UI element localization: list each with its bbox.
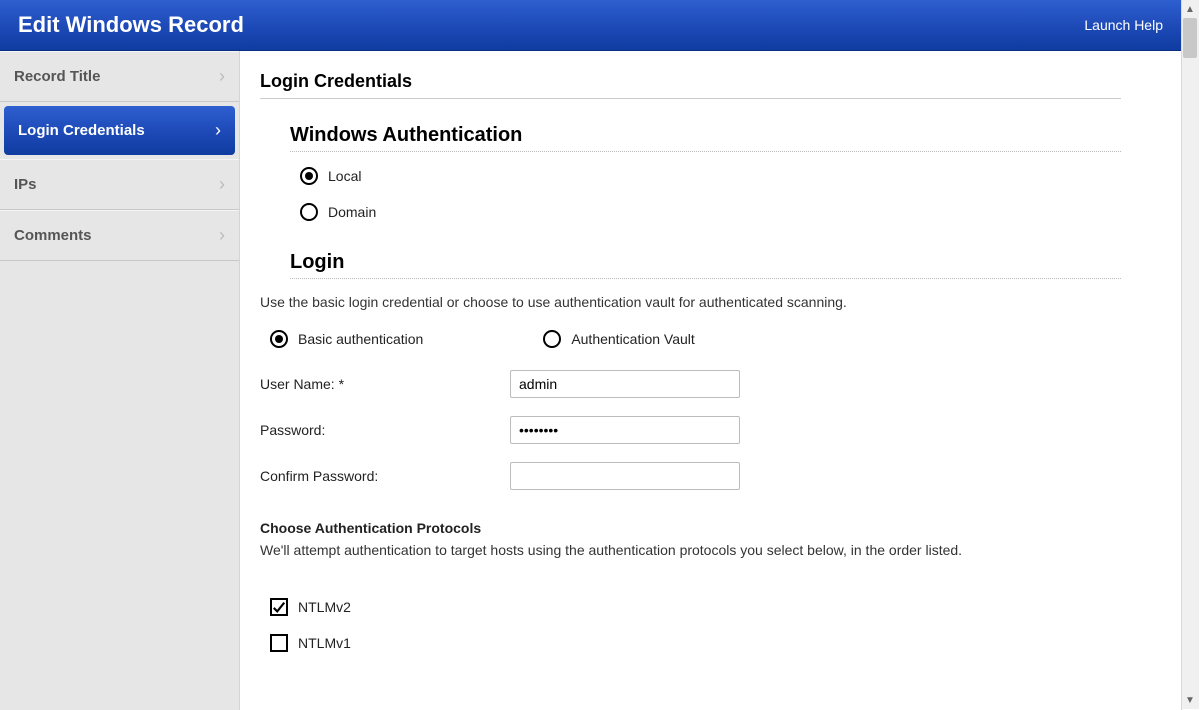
sidebar-item-comments[interactable]: Comments › (0, 210, 239, 261)
password-input[interactable] (510, 416, 740, 444)
checkbox-icon (270, 634, 288, 652)
radio-local[interactable]: Local (300, 167, 1121, 185)
confirm-password-label: Confirm Password: (260, 468, 510, 484)
checkbox-icon (270, 598, 288, 616)
launch-help-link[interactable]: Launch Help (1084, 17, 1163, 33)
radio-icon (300, 167, 318, 185)
sidebar-item-login-credentials[interactable]: Login Credentials › (4, 106, 235, 155)
section-title: Login Credentials (260, 71, 1121, 99)
scroll-up-icon[interactable]: ▲ (1183, 2, 1197, 16)
windows-auth-heading: Windows Authentication (290, 124, 1121, 152)
username-label: User Name: * (260, 376, 510, 392)
radio-domain[interactable]: Domain (300, 203, 1121, 221)
page-title: Edit Windows Record (18, 12, 244, 38)
checkbox-ntlmv2[interactable]: NTLMv2 (270, 598, 1121, 616)
radio-label: Authentication Vault (571, 331, 695, 347)
radio-label: Basic authentication (298, 331, 423, 347)
protocols-description: We'll attempt authentication to target h… (260, 542, 1121, 558)
login-heading: Login (290, 251, 1121, 279)
radio-basic-auth[interactable]: Basic authentication (270, 330, 423, 348)
radio-label: Local (328, 168, 361, 184)
sidebar-item-label: Record Title (14, 68, 100, 85)
radio-icon (300, 203, 318, 221)
sidebar: Record Title › Login Credentials › IPs ›… (0, 51, 240, 710)
scrollbar[interactable]: ▲ ▼ (1181, 0, 1199, 709)
sidebar-item-ips[interactable]: IPs › (0, 159, 239, 210)
checkbox-label: NTLMv1 (298, 635, 351, 651)
username-input[interactable] (510, 370, 740, 398)
sidebar-item-label: Login Credentials (18, 122, 145, 139)
login-description: Use the basic login credential or choose… (260, 294, 1121, 310)
radio-auth-vault[interactable]: Authentication Vault (543, 330, 695, 348)
confirm-password-input[interactable] (510, 462, 740, 490)
main-content: Login Credentials Windows Authentication… (240, 51, 1181, 710)
chevron-right-icon: › (219, 66, 225, 87)
chevron-right-icon: › (219, 174, 225, 195)
protocols-heading: Choose Authentication Protocols (260, 520, 1121, 536)
checkbox-ntlmv1[interactable]: NTLMv1 (270, 634, 1121, 652)
chevron-right-icon: › (219, 225, 225, 246)
scroll-thumb[interactable] (1183, 18, 1197, 58)
sidebar-item-record-title[interactable]: Record Title › (0, 51, 239, 102)
chevron-right-icon: › (215, 120, 221, 141)
password-label: Password: (260, 422, 510, 438)
checkbox-label: NTLMv2 (298, 599, 351, 615)
header-bar: Edit Windows Record Launch Help (0, 0, 1181, 51)
radio-label: Domain (328, 204, 376, 220)
radio-icon (270, 330, 288, 348)
sidebar-item-label: IPs (14, 176, 37, 193)
sidebar-item-label: Comments (14, 227, 92, 244)
radio-icon (543, 330, 561, 348)
scroll-down-icon[interactable]: ▼ (1183, 693, 1197, 707)
